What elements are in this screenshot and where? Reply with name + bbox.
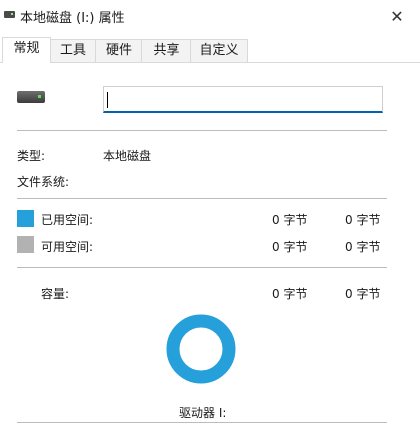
general-panel: 类型: 本地磁盘 文件系统: 已用空间: 0 字节 0 字节 可用空间: 0 字… xyxy=(0,63,420,432)
free-space-size: 0 字节 xyxy=(345,240,381,254)
file-system-label: 文件系统: xyxy=(17,175,70,189)
separator xyxy=(17,422,387,423)
volume-name-input[interactable] xyxy=(103,86,383,113)
used-space-bytes: 0 字节 xyxy=(272,213,308,227)
separator xyxy=(17,267,387,268)
hard-drive-icon xyxy=(17,91,45,103)
hard-drive-icon xyxy=(4,11,15,18)
tab-hardware[interactable]: 硬件 xyxy=(95,39,143,62)
tab-general[interactable]: 常规 xyxy=(2,37,51,63)
capacity-label: 容量: xyxy=(41,287,70,301)
disk-usage-donut xyxy=(166,314,236,384)
drive-letter-label: 驱动器 I: xyxy=(179,406,227,420)
close-icon: ✕ xyxy=(390,6,404,26)
tab-sharing[interactable]: 共享 xyxy=(141,39,192,62)
type-label: 类型: xyxy=(17,149,46,163)
free-space-bytes: 0 字节 xyxy=(272,240,308,254)
capacity-size: 0 字节 xyxy=(345,287,381,301)
used-space-size: 0 字节 xyxy=(345,213,381,227)
capacity-bytes: 0 字节 xyxy=(272,287,308,301)
free-space-label: 可用空间: xyxy=(41,240,94,254)
window-title: 本地磁盘 (I:) 属性 xyxy=(20,11,125,26)
donut-ring xyxy=(166,314,236,384)
separator xyxy=(17,198,387,199)
free-space-swatch xyxy=(17,236,34,253)
type-value: 本地磁盘 xyxy=(103,149,152,163)
tab-strip: 常规 工具 硬件 共享 自定义 xyxy=(0,37,420,63)
used-space-swatch xyxy=(17,210,34,227)
used-space-label: 已用空间: xyxy=(41,213,94,227)
separator xyxy=(17,130,387,131)
text-caret xyxy=(107,92,108,108)
close-button[interactable]: ✕ xyxy=(374,0,420,32)
tab-tools[interactable]: 工具 xyxy=(49,39,97,62)
title-bar: 本地磁盘 (I:) 属性 ✕ xyxy=(0,0,420,34)
tab-customize[interactable]: 自定义 xyxy=(190,39,248,62)
